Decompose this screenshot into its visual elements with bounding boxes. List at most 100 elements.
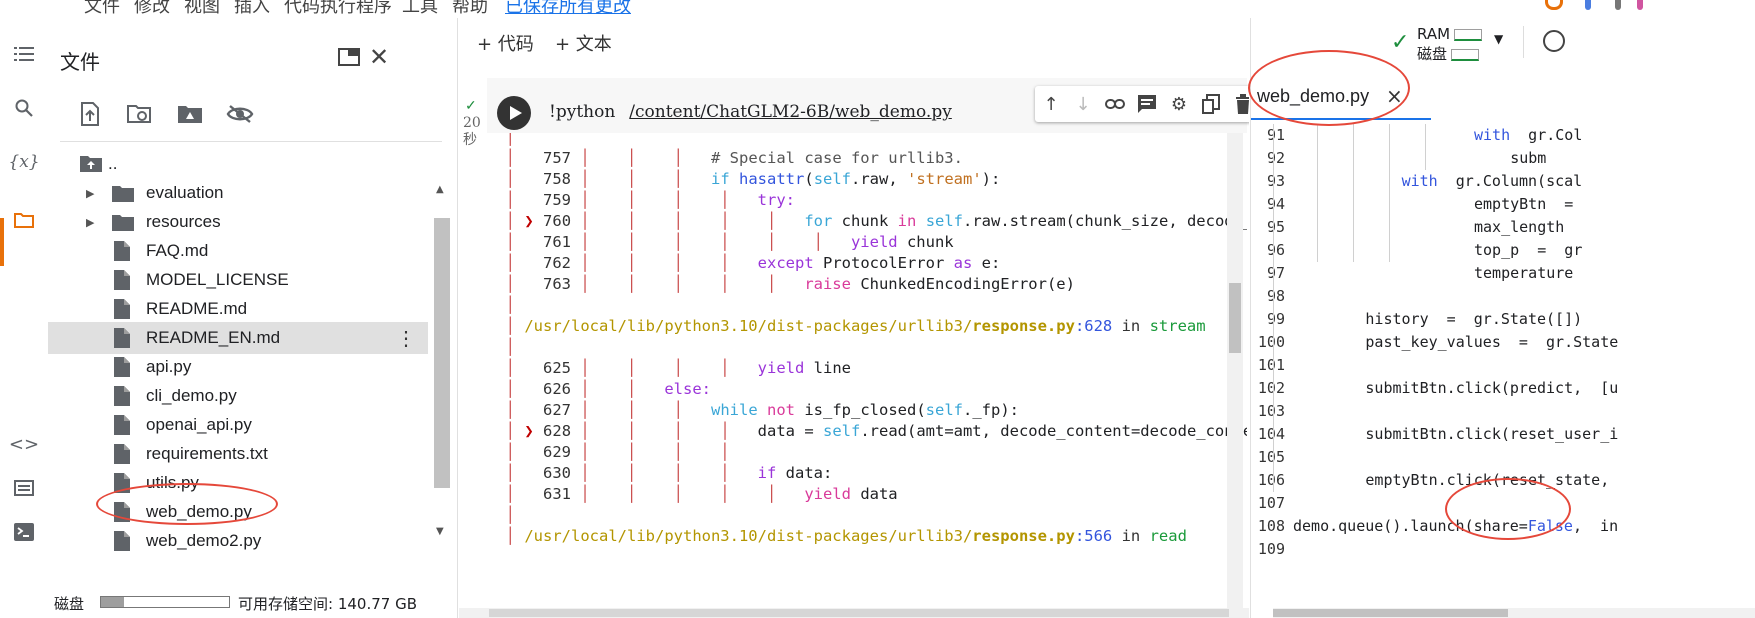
line-number: 92: [1266, 149, 1285, 167]
menu-help[interactable]: 帮助: [452, 0, 488, 16]
scroll-down-icon[interactable]: ▼: [436, 526, 444, 537]
folder-icon[interactable]: [6, 202, 42, 238]
code-editor[interactable]: 91 with gr.Col 92 subm 93 with gr.Column(scal…: [1251, 124, 1755, 618]
tree-file[interactable]: cli_demo.py: [48, 380, 428, 412]
h-scrollbar-thumb[interactable]: [489, 609, 1229, 617]
command-palette-icon[interactable]: [6, 470, 42, 506]
variables-icon[interactable]: {x}: [6, 144, 42, 180]
traceback-code-line: │ 626 │ │ else:: [487, 380, 712, 398]
link-icon[interactable]: [1103, 92, 1127, 116]
save-status-link[interactable]: 已保存所有更改: [505, 0, 631, 16]
tree-file[interactable]: README_EN.md ⋮: [48, 322, 428, 354]
editor-line[interactable]: 109: [1251, 538, 1755, 561]
scroll-up-icon[interactable]: ▲: [436, 184, 444, 195]
indent-guide: [1273, 124, 1274, 492]
tree-file[interactable]: utils.py: [48, 467, 428, 499]
scrollbar-thumb[interactable]: [434, 218, 450, 488]
editor-line[interactable]: 98: [1251, 285, 1755, 308]
avatar[interactable]: [1637, 0, 1643, 10]
editor-line[interactable]: 92 subm: [1251, 147, 1755, 170]
editor-h-scrollbar-thumb[interactable]: [1273, 609, 1508, 617]
tree-file[interactable]: FAQ.md: [48, 235, 428, 267]
tree-file[interactable]: README.md: [48, 293, 428, 325]
tree-file[interactable]: requirements.txt: [48, 438, 428, 470]
tree-item-label: evaluation: [146, 183, 224, 202]
editor-line[interactable]: 108 demo.queue().launch(share=False, in: [1251, 515, 1755, 538]
editor-panel: ✓ RAM 磁盘 ▼ web_demo.py × 91 with gr.Col 92…: [1250, 18, 1755, 618]
editor-line[interactable]: 107: [1251, 492, 1755, 515]
editor-line[interactable]: 93 with gr.Column(scal: [1251, 170, 1755, 193]
notebook-h-scrollbar[interactable]: [459, 608, 1249, 618]
line-number: 101: [1257, 356, 1285, 374]
tree-file[interactable]: openai_api.py: [48, 409, 428, 441]
delete-icon[interactable]: [1231, 92, 1249, 116]
output-scrollbar-thumb[interactable]: [1229, 283, 1241, 353]
settings-icon[interactable]: [1615, 0, 1621, 10]
upload-file-icon[interactable]: [72, 96, 108, 132]
editor-line[interactable]: 101: [1251, 354, 1755, 377]
menu-edit[interactable]: 修改: [134, 0, 170, 16]
terminal-icon[interactable]: [6, 514, 42, 550]
line-code: max_length: [1474, 218, 1565, 236]
editor-line[interactable]: 97 temperature: [1251, 262, 1755, 285]
refresh-folder-icon[interactable]: [122, 96, 158, 132]
editor-line[interactable]: 103: [1251, 400, 1755, 423]
mount-drive-icon[interactable]: [172, 96, 208, 132]
menu-tools[interactable]: 工具: [402, 0, 438, 16]
search-icon[interactable]: [6, 90, 42, 126]
file-tree-scrollbar[interactable]: ▲ ▼: [433, 178, 451, 588]
tree-item-label: resources: [146, 212, 221, 231]
editor-h-scrollbar[interactable]: [1273, 608, 1755, 618]
close-panel-icon[interactable]: ✕: [364, 42, 394, 72]
top-right-icons: [1545, 0, 1665, 14]
expand-arrow-icon[interactable]: ▶: [86, 187, 94, 200]
add-code-button[interactable]: + 代码: [477, 30, 534, 56]
settings-gear-icon[interactable]: ⚙: [1167, 92, 1191, 116]
menu-runtime[interactable]: 代码执行程序: [284, 0, 392, 16]
editor-line[interactable]: 99 history = gr.State([]): [1251, 308, 1755, 331]
editor-line[interactable]: 105: [1251, 446, 1755, 469]
toc-icon[interactable]: [6, 36, 42, 72]
move-up-icon[interactable]: ↑: [1039, 92, 1063, 116]
resource-monitor[interactable]: RAM 磁盘: [1417, 24, 1483, 64]
menu-view[interactable]: 视图: [184, 0, 220, 16]
run-cell-button[interactable]: [497, 96, 531, 130]
line-code: temperature: [1474, 264, 1574, 282]
tree-file[interactable]: api.py: [48, 351, 428, 383]
expand-arrow-icon[interactable]: ▶: [86, 216, 94, 229]
editor-line[interactable]: 106 emptyBtn.click(reset_state,: [1251, 469, 1755, 492]
editor-line[interactable]: 95 max_length: [1251, 216, 1755, 239]
hide-files-icon[interactable]: [222, 96, 258, 132]
close-tab-icon[interactable]: ×: [1386, 84, 1403, 108]
menu-insert[interactable]: 插入: [234, 0, 270, 16]
move-down-icon[interactable]: ↓: [1071, 92, 1095, 116]
tree-parent-dir[interactable]: ..: [48, 148, 428, 180]
editor-line[interactable]: 91 with gr.Col: [1251, 124, 1755, 147]
editor-line[interactable]: 94 emptyBtn =: [1251, 193, 1755, 216]
tree-file[interactable]: web_demo2.py: [48, 525, 428, 557]
editor-tab[interactable]: web_demo.py ×: [1251, 76, 1431, 120]
mirror-cell-icon[interactable]: [1199, 92, 1223, 116]
tree-folder[interactable]: ▶ evaluation: [48, 177, 428, 209]
editor-line[interactable]: 104 submitBtn.click(reset_user_i: [1251, 423, 1755, 446]
account-icon[interactable]: [1543, 30, 1565, 52]
code-snippets-icon[interactable]: <>: [6, 426, 42, 462]
exec-check-icon: ✓: [465, 98, 477, 114]
menu-file[interactable]: 文件: [84, 0, 120, 16]
output-scrollbar[interactable]: [1227, 133, 1243, 608]
open-in-tab-icon[interactable]: [334, 42, 364, 72]
add-text-button[interactable]: + 文本: [555, 30, 612, 56]
tree-folder[interactable]: ▶ resources: [48, 206, 428, 238]
share-icon[interactable]: [1585, 0, 1591, 10]
disk-free-text: 可用存储空间: 140.77 GB: [238, 594, 417, 613]
tree-file[interactable]: MODEL_LICENSE: [48, 264, 428, 296]
editor-line[interactable]: 96 top_p = gr: [1251, 239, 1755, 262]
editor-line[interactable]: 100 past_key_values = gr.State: [1251, 331, 1755, 354]
more-options-icon[interactable]: ⋮: [396, 326, 416, 351]
resources-dropdown-icon[interactable]: ▼: [1494, 32, 1503, 46]
cell-source[interactable]: !python/content/ChatGLM2-6B/web_demo.py: [549, 102, 952, 122]
editor-line[interactable]: 102 submitBtn.click(predict, [u: [1251, 377, 1755, 400]
comment-icon[interactable]: [1135, 92, 1159, 116]
line-number: 93: [1266, 172, 1285, 190]
tree-file[interactable]: web_demo.py: [48, 496, 428, 528]
